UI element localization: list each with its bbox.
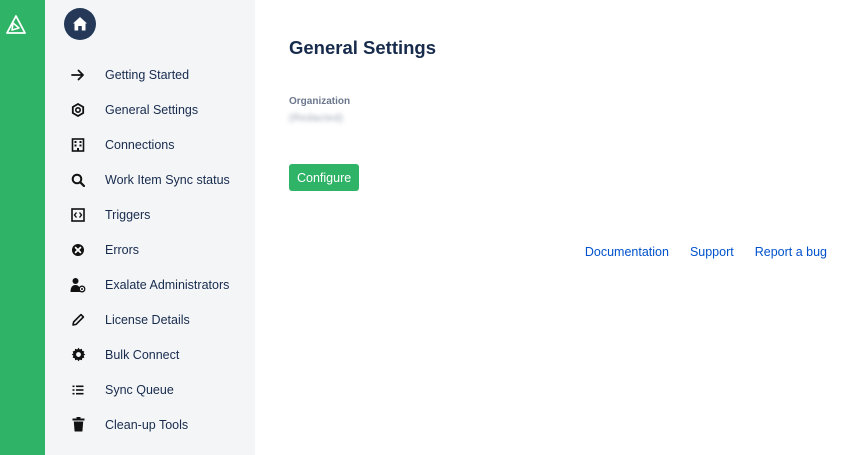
error-circle-icon — [69, 241, 87, 259]
sidebar-item-clean-up-tools[interactable]: Clean-up Tools — [45, 407, 255, 442]
hexagon-nut-icon — [69, 101, 87, 119]
sidebar-item-label: Work Item Sync status — [105, 172, 230, 187]
app-rail — [0, 0, 45, 455]
main-content: General Settings Organization (Redacted)… — [255, 0, 867, 455]
support-link[interactable]: Support — [690, 245, 734, 259]
gear-icon — [69, 346, 87, 364]
sidebar-item-triggers[interactable]: Triggers — [45, 197, 255, 232]
organization-value: (Redacted) — [289, 113, 344, 124]
sidebar-item-license-details[interactable]: License Details — [45, 302, 255, 337]
pencil-icon — [69, 311, 87, 329]
sidebar-item-label: Clean-up Tools — [105, 417, 189, 432]
sidebar-nav: Getting Started General Settings Connect… — [45, 57, 255, 442]
sidebar-item-label: Connections — [105, 137, 175, 152]
sidebar-item-label: Getting Started — [105, 67, 190, 82]
trash-icon — [69, 416, 87, 434]
sidebar-item-work-item-sync-status[interactable]: Work Item Sync status — [45, 162, 255, 197]
user-admin-icon — [69, 276, 87, 294]
page-title: General Settings — [289, 37, 437, 58]
sidebar-item-label: Sync Queue — [105, 382, 174, 397]
configure-button[interactable]: Configure — [289, 164, 360, 191]
exalate-logo-icon[interactable] — [5, 14, 27, 36]
sidebar-item-label: License Details — [105, 312, 190, 327]
home-button[interactable] — [64, 8, 96, 40]
organization-label: Organization — [289, 96, 351, 107]
sidebar-item-getting-started[interactable]: Getting Started — [45, 57, 255, 92]
footer-links: Documentation Support Report a bug — [585, 245, 827, 259]
sidebar-item-label: Exalate Administrators — [105, 277, 230, 292]
sidebar-item-errors[interactable]: Errors — [45, 232, 255, 267]
list-icon — [69, 381, 87, 399]
home-icon — [73, 17, 87, 31]
sidebar-item-label: General Settings — [105, 102, 199, 117]
building-icon — [69, 136, 87, 154]
sidebar-item-connections[interactable]: Connections — [45, 127, 255, 162]
report-bug-link[interactable]: Report a bug — [755, 245, 827, 259]
sidebar-item-bulk-connect[interactable]: Bulk Connect — [45, 337, 255, 372]
sidebar-item-label: Bulk Connect — [105, 347, 180, 362]
sidebar-item-label: Errors — [105, 242, 140, 257]
code-box-icon — [69, 206, 87, 224]
sidebar: Getting Started General Settings Connect… — [45, 0, 255, 455]
documentation-link[interactable]: Documentation — [585, 245, 669, 259]
sidebar-item-sync-queue[interactable]: Sync Queue — [45, 372, 255, 407]
sidebar-item-general-settings[interactable]: General Settings — [45, 92, 255, 127]
sidebar-item-label: Triggers — [105, 207, 151, 222]
search-icon — [69, 171, 87, 189]
sidebar-item-exalate-administrators[interactable]: Exalate Administrators — [45, 267, 255, 302]
arrow-right-icon — [69, 66, 87, 84]
